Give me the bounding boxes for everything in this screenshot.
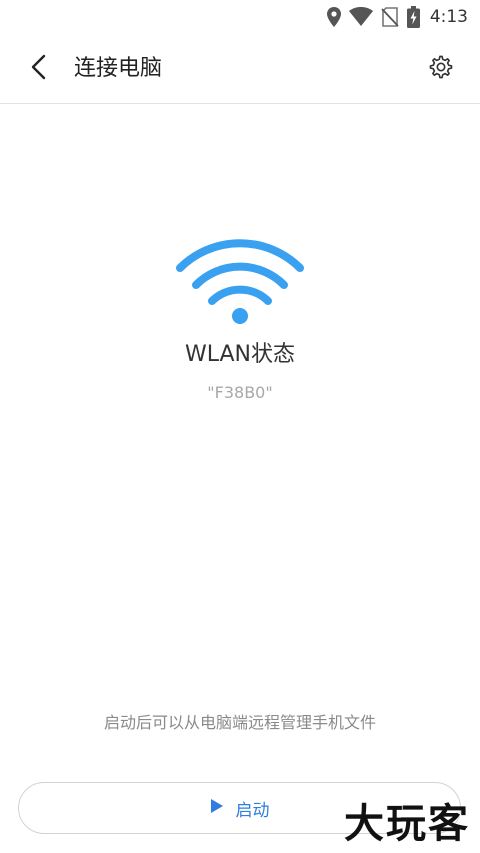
wlan-status-title: WLAN状态 bbox=[184, 342, 296, 367]
wifi-signal-icon bbox=[348, 7, 373, 27]
start-button-label: 启动 bbox=[235, 800, 270, 821]
status-time: 4:13 bbox=[429, 7, 468, 27]
settings-button[interactable] bbox=[426, 54, 456, 84]
location-icon bbox=[326, 7, 341, 27]
chevron-left-icon bbox=[30, 54, 48, 84]
watermark-logo: 大玩客 bbox=[344, 800, 470, 847]
status-icons: 4:13 bbox=[326, 5, 468, 29]
hint-text: 启动后可以从电脑端远程管理手机文件 bbox=[103, 713, 376, 732]
network-name: "F38B0" bbox=[207, 383, 273, 402]
gear-icon bbox=[428, 54, 454, 84]
wifi-icon bbox=[170, 230, 310, 330]
page-title: 连接电脑 bbox=[74, 56, 163, 81]
app-header: 连接电脑 bbox=[0, 34, 480, 104]
play-icon bbox=[210, 798, 224, 818]
no-sim-icon bbox=[381, 7, 399, 27]
back-button[interactable] bbox=[22, 52, 56, 86]
status-bar: 4:13 bbox=[0, 0, 480, 34]
battery-charging-icon bbox=[406, 6, 420, 28]
